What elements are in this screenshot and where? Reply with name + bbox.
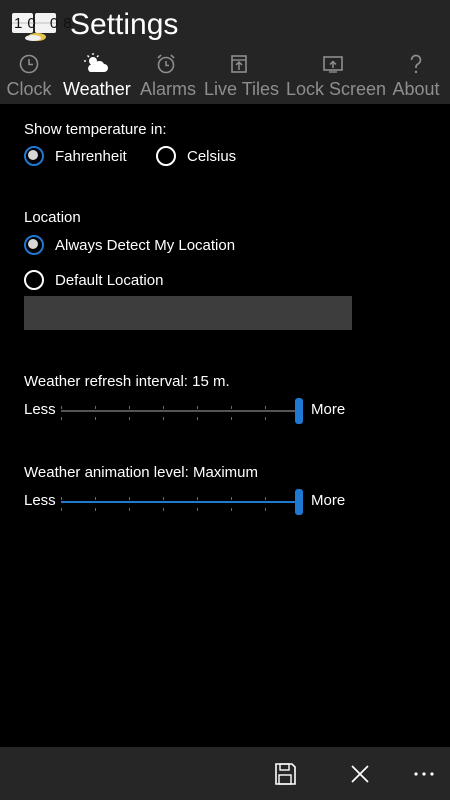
lock-screen-icon [286, 52, 380, 78]
slider-tick [61, 406, 62, 409]
slider-tick [129, 417, 130, 420]
slider-tick [265, 417, 266, 420]
more-icon [410, 772, 440, 793]
radio-circle [24, 235, 44, 255]
fahrenheit-radio[interactable]: Fahrenheit [24, 144, 127, 168]
slider-tick [265, 406, 266, 409]
slider-tick [197, 497, 198, 500]
slider-tick [163, 406, 164, 409]
slider-tick [265, 497, 266, 500]
slider-tick [299, 406, 300, 409]
app-icon-time: 10 08 [14, 15, 77, 32]
save-icon [270, 763, 300, 793]
always-detect-radio[interactable]: Always Detect My Location [24, 233, 235, 257]
slider-tick [129, 497, 130, 500]
slider-tick [197, 406, 198, 409]
location-label: Location [24, 209, 81, 226]
tab-alarms-label: Alarms [140, 79, 197, 99]
alarm-icon [140, 52, 192, 78]
live-tiles-icon [204, 52, 274, 78]
slider-tick [95, 508, 96, 511]
weather-icon [63, 52, 129, 78]
tab-lock-screen-label: Lock Screen [286, 79, 387, 99]
slider-tick [61, 497, 62, 500]
slider-less-label: Less [24, 492, 56, 509]
tab-weather[interactable]: Weather [63, 52, 131, 102]
animation-level-caption: Weather animation level: [24, 464, 189, 481]
slider-tick [129, 406, 130, 409]
refresh-interval-slider: Less More [24, 398, 354, 424]
slider-tick [61, 508, 62, 511]
tab-live-tiles[interactable]: Live Tiles [204, 52, 280, 102]
slider-track[interactable] [61, 398, 303, 424]
animation-level-slider: Less More [24, 489, 354, 515]
slider-tick [95, 417, 96, 420]
page-title: Settings [70, 8, 179, 41]
celsius-label: Celsius [187, 147, 237, 165]
slider-tick [61, 417, 62, 420]
always-detect-label: Always Detect My Location [55, 236, 236, 254]
save-button[interactable] [270, 759, 300, 789]
slider-tick [231, 417, 232, 420]
animation-level-label: Weather animation level: Maximum [24, 464, 258, 481]
close-icon [345, 765, 375, 793]
slider-tick [231, 406, 232, 409]
slider-thumb[interactable] [295, 398, 303, 424]
slider-more-label: More [311, 401, 346, 418]
slider-tick [299, 497, 300, 500]
radio-circle [156, 146, 176, 166]
question-icon [392, 52, 440, 78]
slider-tick [95, 406, 96, 409]
slider-tick [299, 508, 300, 511]
tab-lock-screen[interactable]: Lock Screen [286, 52, 387, 102]
cancel-button[interactable] [345, 759, 375, 789]
clock-icon [6, 52, 52, 78]
slider-tick [163, 508, 164, 511]
tab-weather-label: Weather [63, 79, 131, 99]
slider-tick [163, 417, 164, 420]
slider-tick [231, 508, 232, 511]
more-options-button[interactable] [410, 759, 440, 789]
animation-level-value: Maximum [192, 464, 258, 481]
tab-alarms[interactable]: Alarms [140, 52, 197, 102]
slider-tick [163, 497, 164, 500]
tab-live-tiles-label: Live Tiles [204, 79, 280, 99]
slider-thumb[interactable] [295, 489, 303, 515]
refresh-interval-value: 15 m. [192, 373, 230, 390]
slider-tick [197, 417, 198, 420]
header: 10 08 Settings Clock Weather Alarms Live… [0, 0, 450, 104]
slider-fill [61, 501, 299, 503]
default-location-input[interactable] [24, 296, 352, 330]
slider-tick [299, 417, 300, 420]
tab-clock[interactable]: Clock [6, 52, 52, 102]
slider-tick [265, 508, 266, 511]
slider-more-label: More [311, 492, 346, 509]
slider-less-label: Less [24, 401, 56, 418]
slider-tick [95, 497, 96, 500]
radio-circle [24, 270, 44, 290]
celsius-radio[interactable]: Celsius [156, 144, 236, 168]
app-icon: 10 08 [11, 7, 72, 41]
slider-tick [197, 508, 198, 511]
tab-about[interactable]: About [392, 52, 440, 102]
refresh-interval-caption: Weather refresh interval: [24, 373, 188, 390]
slider-tick [129, 508, 130, 511]
tab-clock-label: Clock [6, 79, 52, 99]
radio-circle [24, 146, 44, 166]
app-bar [0, 747, 450, 800]
temperature-label: Show temperature in: [24, 121, 167, 138]
tab-about-label: About [392, 79, 440, 99]
default-location-radio[interactable]: Default Location [24, 268, 163, 292]
default-location-label: Default Location [55, 271, 164, 289]
fahrenheit-label: Fahrenheit [55, 147, 127, 165]
slider-track[interactable] [61, 489, 303, 515]
slider-tick [231, 497, 232, 500]
refresh-interval-label: Weather refresh interval: 15 m. [24, 373, 230, 390]
